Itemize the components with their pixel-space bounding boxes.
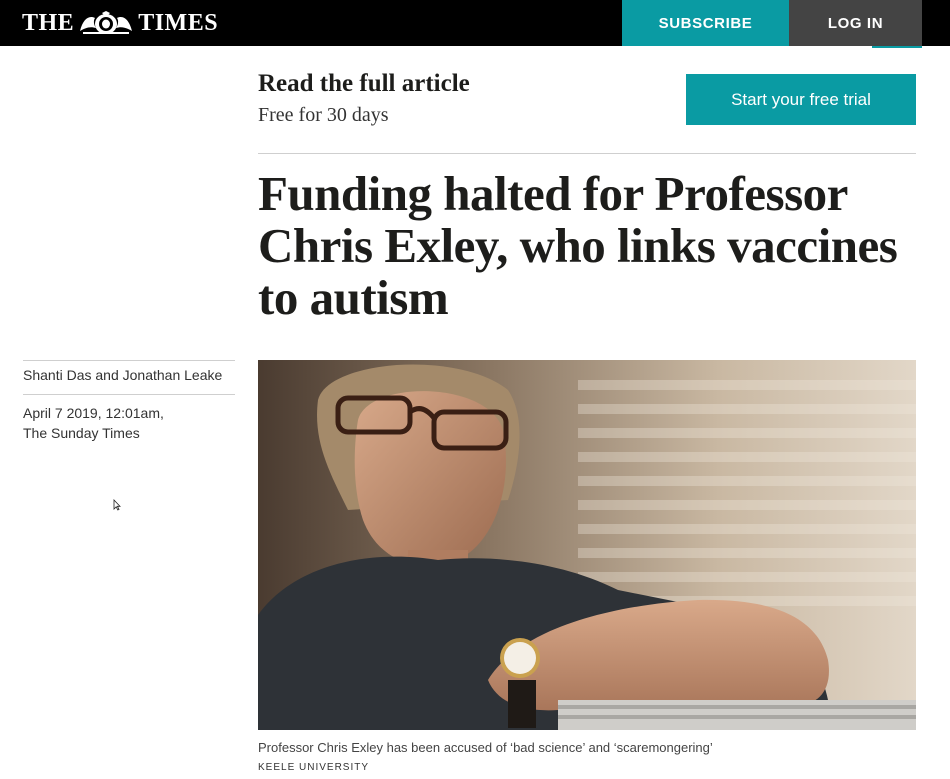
log-in-button[interactable]: LOG IN <box>789 0 922 46</box>
royal-crest-icon <box>80 11 133 34</box>
article-date: April 7 2019, 12:01am, <box>23 405 164 421</box>
article-authors[interactable]: Shanti Das and Jonathan Leake <box>23 367 222 383</box>
start-free-trial-button[interactable]: Start your free trial <box>686 74 916 125</box>
log-in-underline <box>872 46 922 48</box>
logo-word-times: TIMES <box>138 9 219 36</box>
top-bar: THE TIMES SUBSCRIBE LOG IN <box>0 0 950 46</box>
promo-subtitle: Free for 30 days <box>258 104 389 126</box>
article-photo[interactable] <box>258 360 916 730</box>
logo-word-the: THE <box>22 9 75 36</box>
byline-divider-bottom <box>23 394 235 395</box>
article-dateline: April 7 2019, 12:01am, The Sunday Times <box>23 403 164 443</box>
subscribe-button[interactable]: SUBSCRIBE <box>622 0 789 46</box>
promo-title: Read the full article <box>258 70 470 97</box>
article-publication: The Sunday Times <box>23 425 140 441</box>
mouse-pointer-icon <box>113 499 121 511</box>
article-headline: Funding halted for Professor Chris Exley… <box>258 166 898 325</box>
photo-caption: Professor Chris Exley has been accused o… <box>258 740 713 755</box>
byline-divider-top <box>23 360 235 361</box>
photo-credit: KEELE UNIVERSITY <box>258 762 370 773</box>
the-times-logo[interactable]: THE TIMES <box>22 9 218 37</box>
divider <box>258 153 916 154</box>
